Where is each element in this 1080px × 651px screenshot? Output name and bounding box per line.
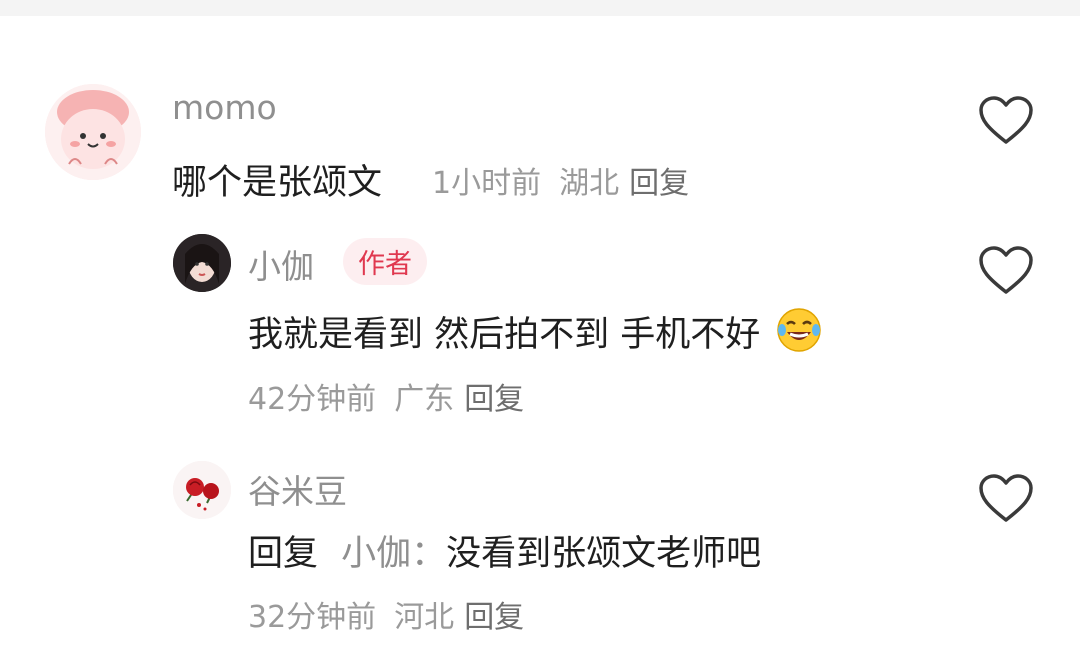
reply-location: 河北 [394, 600, 455, 635]
comment-username[interactable]: momo [172, 88, 277, 127]
reply-text-body: 没看到张颂文老师吧 [446, 534, 762, 574]
cartoon-avatar-icon [45, 84, 141, 180]
portrait-avatar-icon [173, 234, 231, 292]
reply-time: 42分钟前 [248, 382, 377, 417]
comment-time: 1小时前 [432, 166, 542, 201]
reply-username[interactable]: 谷米豆 [248, 465, 347, 513]
reply-button[interactable]: 回复 [464, 382, 524, 417]
reply-username[interactable]: 小伽 [248, 240, 314, 288]
reply-location: 广东 [394, 382, 455, 417]
reply-text-body: 我就是看到 然后拍不到 手机不好 [248, 315, 761, 355]
reply-button[interactable]: 回复 [464, 600, 524, 635]
reply-prefix: 回复 [248, 534, 319, 574]
avatar-gumidou[interactable] [173, 461, 231, 519]
reply-meta: 32分钟前 河北 回复 [248, 592, 524, 636]
heart-outline-icon[interactable] [978, 246, 1034, 296]
heart-outline-icon[interactable] [978, 474, 1034, 524]
comment-meta: 1小时前 湖北 回复 [432, 158, 689, 202]
heart-outline-icon[interactable] [978, 96, 1034, 146]
laughing-crying-emoji-icon [777, 308, 822, 352]
reply-text: 我就是看到 然后拍不到 手机不好 [248, 306, 823, 357]
reply-time: 32分钟前 [248, 600, 377, 635]
rose-avatar-icon [173, 461, 231, 519]
top-status-strip [0, 0, 1080, 16]
avatar-xiaojia[interactable] [173, 234, 231, 292]
reply-meta: 42分钟前 广东 回复 [248, 374, 524, 418]
reply-text: 回复 小伽：没看到张颂文老师吧 [248, 525, 761, 576]
comment-location: 湖北 [559, 166, 620, 201]
mention-username[interactable]: 小伽： [341, 534, 446, 574]
author-badge: 作者 [343, 238, 427, 285]
reply-button[interactable]: 回复 [629, 166, 689, 201]
comment-text: 哪个是张颂文 [172, 163, 383, 203]
avatar-momo[interactable] [45, 84, 141, 180]
